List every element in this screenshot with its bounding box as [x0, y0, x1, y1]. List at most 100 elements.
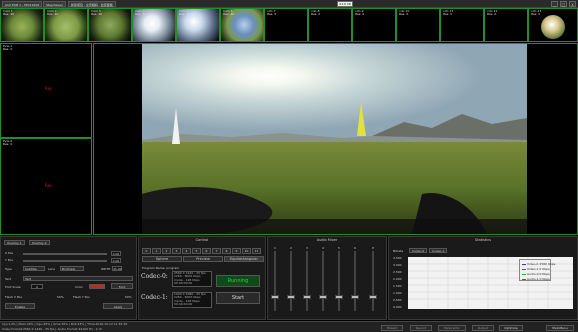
- resolution-dropdown[interactable]: 4:19 VR: [337, 1, 353, 7]
- main-menu-button[interactable]: MainMenu: [546, 325, 574, 331]
- camera-select-10[interactable]: 10: [242, 248, 251, 254]
- camera-select-0[interactable]: 0: [142, 248, 151, 254]
- control-title: Control: [195, 238, 209, 242]
- tab-equirectangular[interactable]: Equirectangular: [224, 256, 264, 262]
- camera-select-11[interactable]: 11: [252, 248, 261, 254]
- y-tick: 0.500: [393, 298, 402, 302]
- channel-label: P: [372, 246, 374, 250]
- camera-thumb[interactable]: vdo-9 Res: 0: [352, 8, 396, 42]
- project-title: 新建项目 · 全景相机 · 监控面板: [68, 1, 116, 7]
- tab-codec-0[interactable]: Codec-0: [409, 248, 428, 253]
- camera-thumb[interactable]: Cam 1 Res: 4K: [0, 8, 44, 42]
- font-button[interactable]: Font: [111, 283, 133, 289]
- y-pos-label: Y Pos: [5, 258, 13, 262]
- camera-thumb[interactable]: vdo-12 Res: 0: [484, 8, 528, 42]
- legend-swatch: [522, 278, 526, 280]
- app-title: A10 ESM 1 - PP011008: [2, 1, 43, 7]
- apply-button[interactable]: Apply: [103, 303, 133, 309]
- preview-status-text: Res: [45, 183, 53, 188]
- tab-overlay-1[interactable]: Overlay-1: [4, 240, 25, 245]
- camera-select-6[interactable]: 6: [202, 248, 211, 254]
- legend-swatch: [522, 268, 526, 270]
- camera-thumb[interactable]: vdo-10 Res: 0: [396, 8, 440, 42]
- camera-select-7[interactable]: 7: [212, 248, 221, 254]
- channel-fader-knob[interactable]: [319, 295, 327, 299]
- output-button[interactable]: Output: [472, 325, 494, 331]
- flash-y-label: Flash Y Pos: [73, 295, 90, 299]
- record-button[interactable]: Record: [410, 325, 432, 331]
- legend-item: Audio-1 0 Kbps: [522, 277, 550, 281]
- bitrate-label: Bitrate: [393, 249, 404, 253]
- camera-thumb[interactable]: Cam 2 Res: 4K: [44, 8, 88, 42]
- channel-fader-knob[interactable]: [303, 295, 311, 299]
- camera-thumbnail-strip: Cam 1 Res: 4K Cam 2 Res: 4K Cam 3 Res: 4…: [0, 8, 578, 42]
- title-bar: A10 ESM 1 - PP011008 StepViewer 新建项目 · 全…: [0, 0, 578, 8]
- camera-select-2[interactable]: 2: [162, 248, 171, 254]
- tab-preview[interactable]: Preview: [183, 256, 223, 262]
- camera-select-8[interactable]: 8: [222, 248, 231, 254]
- format-info: Video Format:2560 X 1440 - 25 fps | Audi…: [2, 327, 103, 331]
- graph-legend: Video-0 2560 Kbps Video-1 0 Kbps Audio-0…: [519, 259, 555, 281]
- camera-select-3[interactable]: 3: [172, 248, 181, 254]
- color-swatch[interactable]: [89, 284, 105, 289]
- channel-fader-knob[interactable]: [287, 295, 295, 299]
- text-input[interactable]: Text: [23, 276, 133, 281]
- camera-thumb[interactable]: vdo-8 Res: 0: [308, 8, 352, 42]
- camera-select-9[interactable]: 9: [232, 248, 241, 254]
- camera-select-5[interactable]: 5: [192, 248, 201, 254]
- tab-sphere[interactable]: Sphere: [142, 256, 182, 262]
- stream-button[interactable]: Stream: [381, 325, 403, 331]
- panoramic-button[interactable]: Panoramic: [438, 325, 466, 331]
- running-button[interactable]: Running: [216, 275, 260, 287]
- lens-select[interactable]: BirdView: [60, 266, 84, 271]
- preview-status-text: Res: [45, 86, 53, 91]
- main-video-view[interactable]: [93, 43, 578, 235]
- channel-fader-track: [338, 251, 340, 311]
- enable-button[interactable]: Enable: [5, 303, 35, 309]
- minimize-button[interactable]: _: [551, 1, 558, 7]
- preview-window-2[interactable]: Pvw-2 Res: 0 Res: [0, 138, 92, 235]
- channel-fader-knob[interactable]: [369, 295, 377, 299]
- camera-thumb[interactable]: Cam 4 Res: 4K: [132, 8, 176, 42]
- camera-select-1[interactable]: 1: [152, 248, 161, 254]
- font-scale-value[interactable]: 0: [31, 284, 43, 289]
- camera-select-4[interactable]: 4: [182, 248, 191, 254]
- preview-window-1[interactable]: Pvw-1 Res: 0 Res: [0, 43, 92, 138]
- flash-x-value: 50%: [57, 295, 64, 299]
- tab-overlay-2[interactable]: Overlay-2: [29, 240, 50, 245]
- audio-mixer-title: Audio Mixer: [316, 238, 338, 242]
- codec-1-label: Codec-1:: [141, 294, 168, 301]
- statistics-panel: Statistics Bitrate Codec-0 Codec-1 3.500…: [388, 236, 578, 320]
- type-label: Type: [5, 267, 12, 271]
- optimize-button[interactable]: Optimize: [499, 325, 523, 331]
- close-button[interactable]: x: [569, 1, 576, 7]
- type-select[interactable]: Subtitle: [23, 266, 45, 271]
- tab-codec-1[interactable]: Codec-1: [429, 248, 448, 253]
- camera-thumb[interactable]: vdo-7 Res: 0: [264, 8, 308, 42]
- y-pos-value[interactable]: 0.00: [111, 258, 121, 263]
- maximize-button[interactable]: □: [560, 1, 567, 7]
- x-pos-value[interactable]: 0.00: [111, 251, 121, 256]
- width-value[interactable]: 45.00: [112, 266, 122, 271]
- channel-fader-knob[interactable]: [271, 295, 279, 299]
- channel-fader-knob[interactable]: [351, 295, 359, 299]
- camera-thumb[interactable]: vdo-11 Res: 0: [440, 8, 484, 42]
- camera-thumb[interactable]: Cam 3 Res: 4K: [88, 8, 132, 42]
- y-tick: 2.000: [393, 277, 402, 281]
- y-tick: 0.000: [393, 305, 402, 309]
- camera-thumb[interactable]: vdo-13 Res: 0: [528, 8, 578, 42]
- program-name-label: Program Name: program: [142, 266, 180, 270]
- start-button[interactable]: Start: [216, 292, 260, 304]
- camera-thumb[interactable]: Cam 5 Res: 4K: [176, 8, 220, 42]
- y-pos-slider[interactable]: [23, 260, 107, 262]
- x-pos-slider[interactable]: [23, 253, 107, 255]
- channel-fader-knob[interactable]: [335, 295, 343, 299]
- fisheye-preview-icon: [541, 15, 565, 39]
- camera-thumb[interactable]: Cam 6 Res: 4K: [220, 8, 264, 42]
- font-scale-label: Font Scale: [5, 285, 21, 289]
- y-tick: 1.000: [393, 291, 402, 295]
- audio-mixer-panel: Audio Mixer 1 2 3 4 5 6 P: [267, 236, 387, 320]
- legend-item: Video-0 2560 Kbps: [522, 262, 555, 266]
- legend-swatch: [522, 273, 526, 275]
- y-tick: 3.500: [393, 256, 402, 260]
